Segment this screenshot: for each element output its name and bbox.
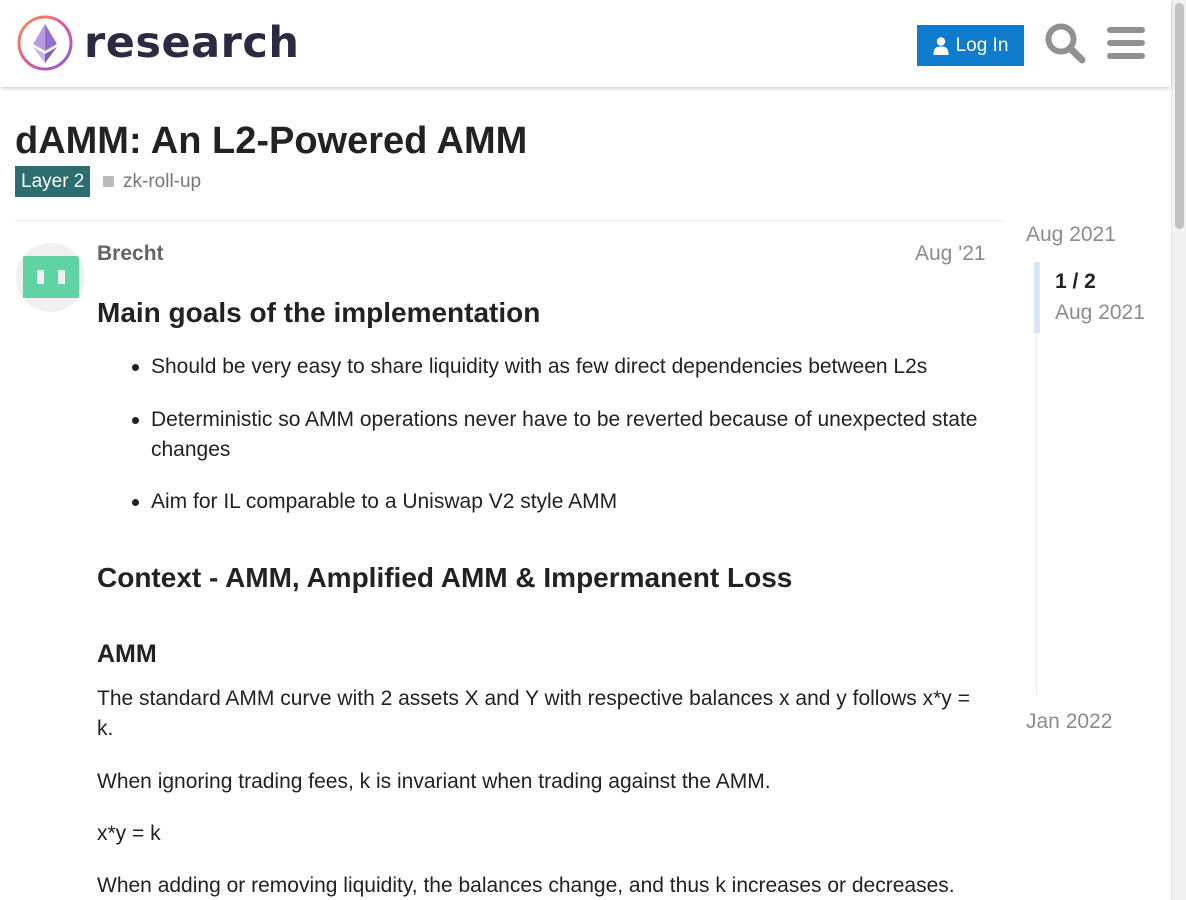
timeline-position-date: Aug 2021: [1055, 301, 1145, 324]
tag-label: zk-roll-up: [123, 171, 202, 192]
search-icon[interactable]: [1044, 22, 1086, 64]
site-name: research: [84, 18, 300, 68]
scrollbar-thumb[interactable]: [1175, 3, 1184, 229]
hamburger-menu-icon[interactable]: [1107, 26, 1145, 60]
paragraph-formula: x*y = k: [97, 822, 161, 845]
avatar[interactable]: [16, 243, 85, 312]
category-badge-layer-2[interactable]: Layer 2: [15, 166, 91, 197]
login-label: Log In: [955, 34, 1009, 56]
list-item: Deterministic so AMM operations never ha…: [132, 405, 991, 465]
timeline-start-date[interactable]: Aug 2021: [1026, 221, 1116, 249]
heading-amm: AMM: [97, 640, 157, 668]
login-button[interactable]: Log In: [917, 25, 1024, 66]
heading-main-goals: Main goals of the implementation: [97, 297, 541, 328]
list-item: Should be very easy to share liquidity w…: [132, 352, 991, 382]
list-item: Aim for IL comparable to a Uniswap V2 st…: [132, 487, 991, 517]
timeline-handle[interactable]: [1034, 262, 1040, 333]
ethereum-research-logo-icon: [17, 15, 73, 71]
heading-context: Context - AMM, Amplified AMM & Impermane…: [97, 562, 793, 593]
topic-title[interactable]: dAMM: An L2-Powered AMM: [15, 118, 527, 164]
paragraph-liquidity: When adding or removing liquidity, the b…: [97, 874, 955, 897]
post-author[interactable]: Brecht: [97, 240, 164, 268]
identicon-avatar-icon: [16, 243, 85, 312]
tag-zk-roll-up[interactable]: zk-roll-up: [103, 166, 201, 197]
site-logo[interactable]: research: [16, 14, 299, 72]
timeline-position: 1 / 2: [1055, 270, 1096, 293]
user-icon: [933, 36, 949, 55]
post-date[interactable]: Aug '21: [915, 240, 986, 268]
paragraph-curve: The standard AMM curve with 2 assets X a…: [97, 687, 970, 740]
page-scrollbar[interactable]: [1171, 0, 1186, 900]
topic-divider: [15, 220, 1004, 221]
paragraph-invariant: When ignoring trading fees, k is invaria…: [97, 770, 771, 793]
tag-square-icon: [103, 176, 114, 187]
timeline-end-date[interactable]: Jan 2022: [1026, 708, 1112, 736]
site-header: research Log In: [0, 0, 1171, 87]
